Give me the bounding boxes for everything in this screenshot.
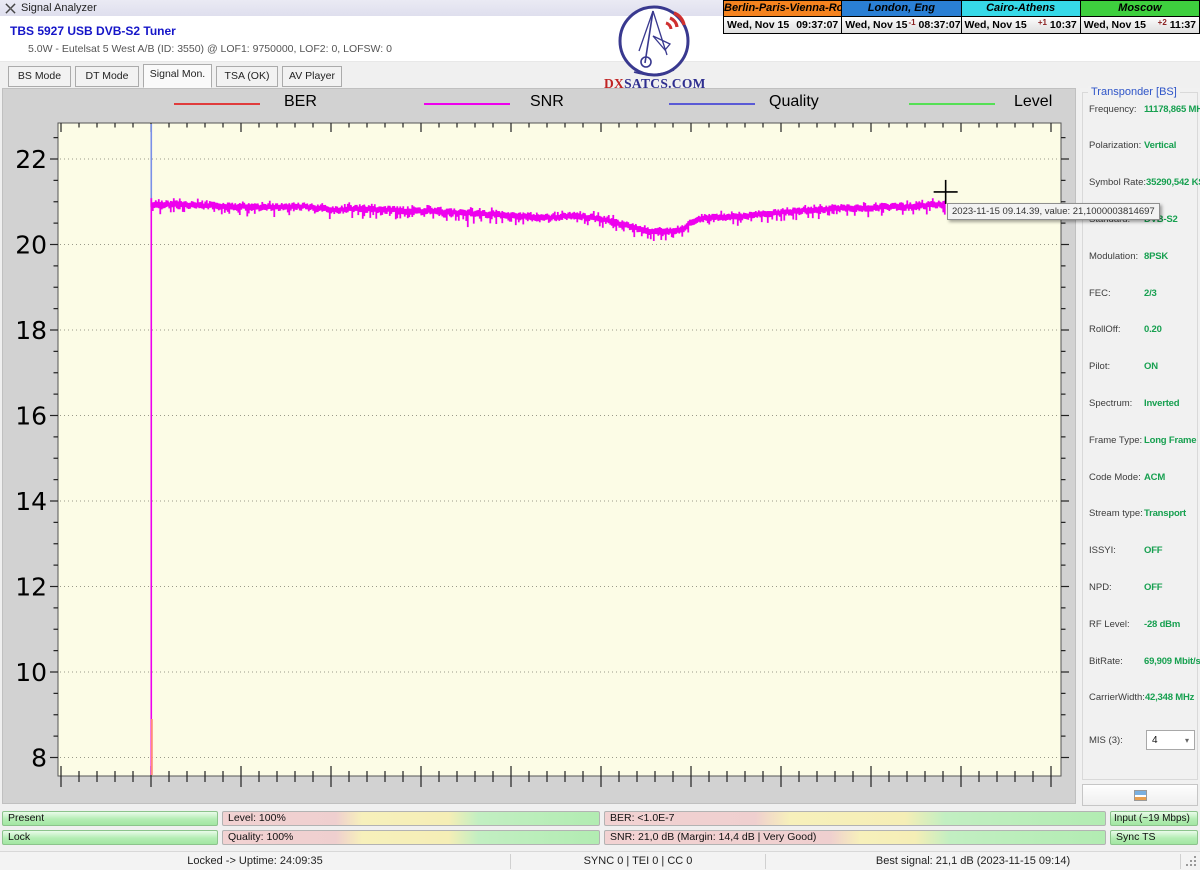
clock-offset: -1 xyxy=(909,18,916,27)
tp-row-spectrum: Spectrum:Inverted xyxy=(1089,393,1195,413)
legend-label-level: Level xyxy=(1014,93,1052,111)
tp-row-issyi: ISSYI:OFF xyxy=(1089,541,1195,561)
svg-text:20: 20 xyxy=(15,231,47,260)
tp-row-rf-level: RF Level:-28 dBm xyxy=(1089,614,1195,634)
clock-berlin: Berlin-Paris-Vienna-Roma Wed, Nov 15 09:… xyxy=(723,0,842,34)
legend-line-snr xyxy=(424,103,510,105)
lock-indicator: Lock xyxy=(2,830,218,845)
device-subtitle: 5.0W - Eutelsat 5 West A/B (ID: 3550) @ … xyxy=(28,43,392,55)
tp-row-modulation: Modulation:8PSK xyxy=(1089,246,1195,266)
tab-signal-mon[interactable]: Signal Mon. xyxy=(143,64,212,88)
clock-london: London, Eng Wed, Nov 15 -1 08:37:07 xyxy=(842,0,961,34)
legend-line-ber xyxy=(174,103,260,105)
chart-legend: BER SNR Quality Level xyxy=(3,89,1075,119)
tp-row-carrierwidth: CarrierWidth:42,348 MHz xyxy=(1089,688,1195,708)
clock-time-value: 11:37 xyxy=(1170,19,1196,31)
clock-date: Wed, Nov 15 xyxy=(727,19,789,31)
present-indicator: Present xyxy=(2,811,218,826)
snr-bar: SNR: 21,0 dB (Margin: 14,4 dB | Very Goo… xyxy=(604,830,1106,845)
legend-line-level xyxy=(909,103,995,105)
status-uptime: Locked -> Uptime: 24:09:35 xyxy=(0,852,510,870)
tab-tsa[interactable]: TSA (OK) xyxy=(216,66,278,87)
clock-cairo: Cairo-Athens Wed, Nov 15 +1 10:37 xyxy=(962,0,1081,34)
satellite-dish-icon xyxy=(604,3,704,79)
clock-city: London, Eng xyxy=(842,1,960,17)
input-indicator: Input (~19 Mbps) xyxy=(1110,811,1198,826)
clock-time-value: 10:37 xyxy=(1050,19,1077,31)
world-clocks: Berlin-Paris-Vienna-Roma Wed, Nov 15 09:… xyxy=(723,0,1200,34)
tp-row-symbol-rate: Symbol Rate:35290,542 KS/s xyxy=(1089,173,1195,193)
mis-value: 4 xyxy=(1152,735,1158,746)
mis-row: MIS (3): 4 ▾ xyxy=(1089,729,1195,751)
signal-analyzer-window: Signal Analyzer TBS 5927 USB DVB-S2 Tune… xyxy=(0,0,1200,870)
clock-offset: +1 xyxy=(1038,18,1047,27)
resize-grip[interactable] xyxy=(1194,856,1196,858)
tabstrip: BS Mode DT Mode Signal Mon. TSA (OK) AV … xyxy=(0,62,1075,88)
device-title: TBS 5927 USB DVB-S2 Tuner xyxy=(10,24,176,38)
quality-bar: Quality: 100% xyxy=(222,830,600,845)
tp-row-frequency: Frequency:11178,865 MHz xyxy=(1089,99,1195,119)
signal-chart: 8 10 12 14 16 18 20 22 BER SNR Quality Level xyxy=(2,88,1076,804)
svg-text:10: 10 xyxy=(15,658,47,687)
tp-row-npd: NPD:OFF xyxy=(1089,577,1195,597)
tp-row-rolloff: RollOff:0.20 xyxy=(1089,320,1195,340)
tp-row-pilot: Pilot:ON xyxy=(1089,357,1195,377)
tp-row-code-mode: Code Mode:ACM xyxy=(1089,467,1195,487)
tab-av-player[interactable]: AV Player xyxy=(282,66,342,87)
tp-row-frame-type: Frame Type:Long Frame xyxy=(1089,430,1195,450)
tp-row-polarization: Polarization:Vertical xyxy=(1089,136,1195,156)
svg-text:8: 8 xyxy=(31,744,47,773)
list-icon xyxy=(1134,790,1147,801)
status-best-signal: Best signal: 21,1 dB (2023-11-15 09:14) xyxy=(766,852,1180,870)
chevron-down-icon: ▾ xyxy=(1185,736,1189,745)
status-sync: SYNC 0 | TEI 0 | CC 0 xyxy=(511,852,765,870)
transponder-panel: Transponder [BS] Frequency:11178,865 MHz… xyxy=(1080,88,1200,805)
ber-bar: BER: <1.0E-7 xyxy=(604,811,1106,826)
svg-text:14: 14 xyxy=(15,487,47,516)
clock-city: Cairo-Athens xyxy=(962,1,1080,17)
clock-city: Berlin-Paris-Vienna-Roma xyxy=(724,1,841,17)
mis-label: MIS (3): xyxy=(1089,735,1144,746)
mis-select[interactable]: 4 ▾ xyxy=(1146,730,1195,750)
clock-time-value: 09:37:07 xyxy=(796,19,838,31)
clock-date: Wed, Nov 15 xyxy=(845,19,907,31)
window-title: Signal Analyzer xyxy=(21,2,97,14)
svg-text:12: 12 xyxy=(15,573,47,602)
tp-row-bitrate: BitRate:69,909 Mbit/s xyxy=(1089,651,1195,671)
level-bar: Level: 100% xyxy=(222,811,600,826)
clock-time-value: 08:37:07 xyxy=(919,19,961,31)
transponder-list-button[interactable] xyxy=(1082,784,1198,806)
svg-text:22: 22 xyxy=(15,145,47,174)
clock-city: Moscow xyxy=(1081,1,1199,17)
cursor-tooltip: 2023-11-15 09.14.39, value: 21,100000381… xyxy=(947,203,1160,220)
legend-label-snr: SNR xyxy=(530,93,564,111)
panel-title: Transponder [BS] xyxy=(1088,86,1180,98)
logo-text: DXSATCS.COM xyxy=(604,76,704,92)
legend-label-ber: BER xyxy=(284,93,317,111)
svg-text:18: 18 xyxy=(15,316,47,345)
clock-date: Wed, Nov 15 xyxy=(1084,19,1146,31)
tab-bs-mode[interactable]: BS Mode xyxy=(8,66,71,87)
signal-plot[interactable]: 8 10 12 14 16 18 20 22 xyxy=(3,89,1077,805)
tab-dt-mode[interactable]: DT Mode xyxy=(75,66,139,87)
dxsatcs-logo: DXSATCS.COM xyxy=(604,3,704,91)
clock-moscow: Moscow Wed, Nov 15 +2 11:37 xyxy=(1081,0,1200,34)
sync-ts-indicator: Sync TS xyxy=(1110,830,1198,845)
legend-line-quality xyxy=(669,103,755,105)
tp-row-fec: FEC:2/3 xyxy=(1089,283,1195,303)
transponder-groupbox: Transponder [BS] Frequency:11178,865 MHz… xyxy=(1082,92,1198,780)
tp-row-stream-type: Stream type:Transport xyxy=(1089,504,1195,524)
clock-offset: +2 xyxy=(1158,18,1167,27)
clock-date: Wed, Nov 15 xyxy=(965,19,1027,31)
svg-text:16: 16 xyxy=(15,402,47,431)
legend-label-quality: Quality xyxy=(769,93,819,111)
statusbar: Locked -> Uptime: 24:09:35 SYNC 0 | TEI … xyxy=(0,851,1200,870)
app-icon xyxy=(5,3,16,14)
